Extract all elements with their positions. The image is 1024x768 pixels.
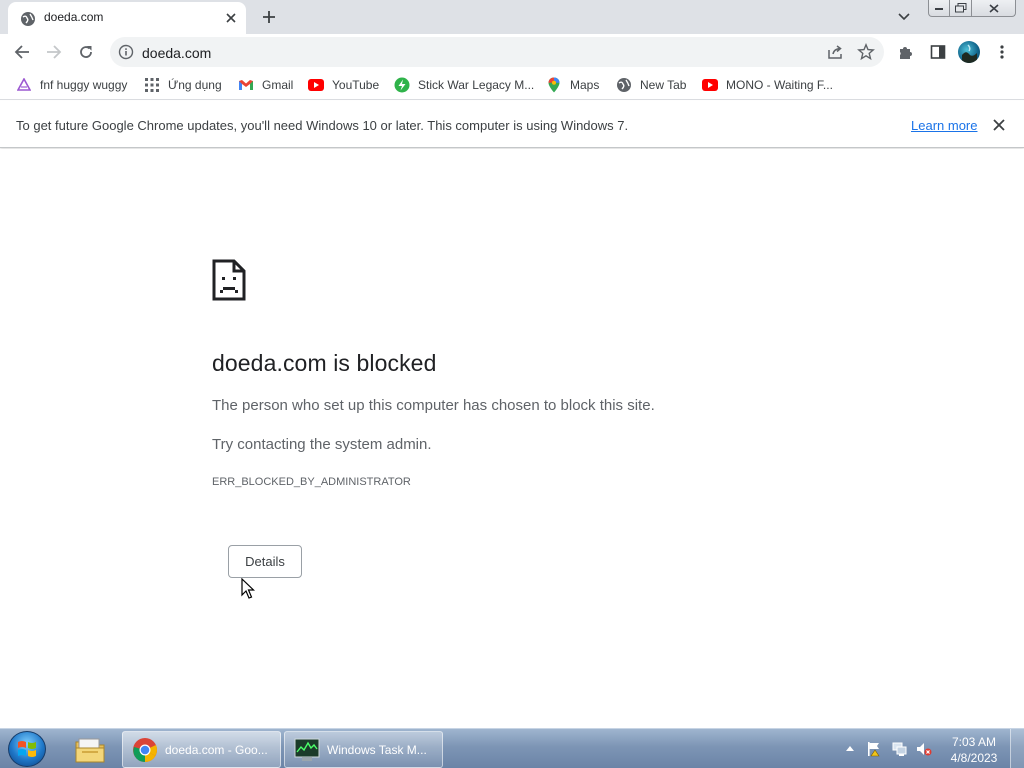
youtube-icon	[308, 77, 324, 93]
details-button[interactable]: Details	[228, 545, 302, 578]
window-controls	[928, 0, 1018, 18]
site-info-icon[interactable]	[118, 44, 134, 60]
globe-icon	[616, 77, 632, 93]
triangle-icon	[16, 77, 32, 93]
menu-kebab-icon[interactable]	[992, 42, 1012, 62]
browser-tab[interactable]: doeda.com	[8, 2, 246, 34]
infobar-close-icon[interactable]	[991, 117, 1007, 133]
back-arrow-icon[interactable]	[10, 40, 34, 64]
sad-page-icon	[212, 259, 246, 301]
close-icon[interactable]	[972, 0, 1016, 17]
error-code: ERR_BLOCKED_BY_ADMINISTRATOR	[212, 476, 411, 488]
taskbar-task-manager-window[interactable]: Windows Task M...	[284, 731, 443, 768]
side-panel-icon[interactable]	[928, 42, 948, 62]
bookmark-label: YouTube	[332, 78, 380, 92]
tab-search-chevron-icon[interactable]	[894, 7, 914, 27]
bookmark-label: Gmail	[262, 78, 294, 92]
browser-toolbar: doeda.com	[0, 34, 1024, 70]
forward-arrow-icon[interactable]	[42, 40, 66, 64]
volume-muted-icon[interactable]	[916, 741, 932, 757]
gmail-icon	[238, 77, 254, 93]
action-center-flag-icon[interactable]	[866, 741, 882, 757]
bookmark-youtube[interactable]: YouTube	[308, 75, 379, 95]
taskbar-task-label: doeda.com - Goo...	[165, 742, 268, 757]
taskbar-chrome-window[interactable]: doeda.com - Goo...	[122, 731, 281, 768]
bookmark-label: Stick War Legacy M...	[418, 78, 535, 92]
bookmark-gmail[interactable]: Gmail	[238, 75, 293, 95]
new-tab-button[interactable]	[258, 6, 280, 28]
minimize-icon[interactable]	[928, 0, 950, 17]
clock-time: 7:03 AM	[951, 735, 997, 749]
star-icon[interactable]	[857, 43, 875, 61]
tab-close-icon[interactable]	[222, 9, 240, 27]
show-desktop-button[interactable]	[1010, 729, 1024, 768]
globe-icon	[21, 12, 35, 26]
windows-logo-icon	[18, 741, 36, 757]
infobar-message: To get future Google Chrome updates, you…	[16, 118, 629, 133]
profile-avatar[interactable]	[958, 41, 980, 63]
tab-title: doeda.com	[44, 10, 104, 24]
tab-strip: doeda.com	[0, 0, 1024, 34]
bookmark-label: MONO - Waiting F...	[726, 78, 833, 92]
apps-grid-icon	[144, 77, 160, 93]
start-button[interactable]	[8, 731, 46, 767]
file-explorer-icon[interactable]	[60, 731, 120, 768]
reload-icon[interactable]	[74, 40, 98, 64]
share-icon[interactable]	[826, 43, 844, 61]
chrome-icon	[131, 736, 159, 764]
clock-date: 4/8/2023	[950, 751, 998, 765]
maximize-icon[interactable]	[950, 0, 972, 17]
bookmark-apps[interactable]: Ứng dụng	[144, 75, 222, 95]
youtube-icon	[702, 77, 718, 93]
learn-more-link[interactable]: Learn more	[911, 118, 977, 133]
bookmark-mono[interactable]: MONO - Waiting F...	[702, 75, 833, 95]
update-infobar: To get future Google Chrome updates, you…	[0, 101, 1024, 148]
bookmark-new-tab[interactable]: New Tab	[616, 75, 686, 95]
mouse-cursor-icon	[241, 578, 255, 599]
green-bolt-icon	[394, 77, 410, 93]
bookmark-label: New Tab	[640, 78, 687, 92]
bookmark-label: Maps	[570, 78, 600, 92]
address-bar[interactable]: doeda.com	[110, 37, 884, 67]
error-heading: doeda.com is blocked	[212, 350, 437, 376]
bookmarks-bar: fnf huggy wuggy Ứng dụng Gmail YouTube S…	[0, 70, 1024, 100]
error-message: The person who set up this computer has …	[212, 397, 655, 414]
show-hidden-icons-icon[interactable]	[845, 744, 855, 752]
windows-taskbar: doeda.com - Goo... Windows Task M... 7:0…	[0, 728, 1024, 768]
extensions-icon[interactable]	[896, 42, 916, 62]
bookmark-fnf-huggy-wuggy[interactable]: fnf huggy wuggy	[16, 75, 127, 95]
bookmark-stick-war[interactable]: Stick War Legacy M...	[394, 75, 534, 95]
bookmark-maps[interactable]: Maps	[546, 75, 599, 95]
bookmark-label: Ứng dụng	[168, 78, 222, 92]
error-suggestion: Try contacting the system admin.	[212, 436, 432, 453]
bookmark-label: fnf huggy wuggy	[40, 78, 128, 92]
url-text[interactable]: doeda.com	[142, 45, 211, 61]
system-clock[interactable]: 7:03 AM 4/8/2023	[944, 734, 1004, 766]
error-page: doeda.com is blocked The person who set …	[0, 149, 1024, 728]
task-manager-icon	[293, 736, 321, 764]
network-icon[interactable]	[891, 741, 907, 757]
taskbar-task-label: Windows Task M...	[327, 742, 427, 757]
maps-pin-icon	[546, 77, 562, 93]
